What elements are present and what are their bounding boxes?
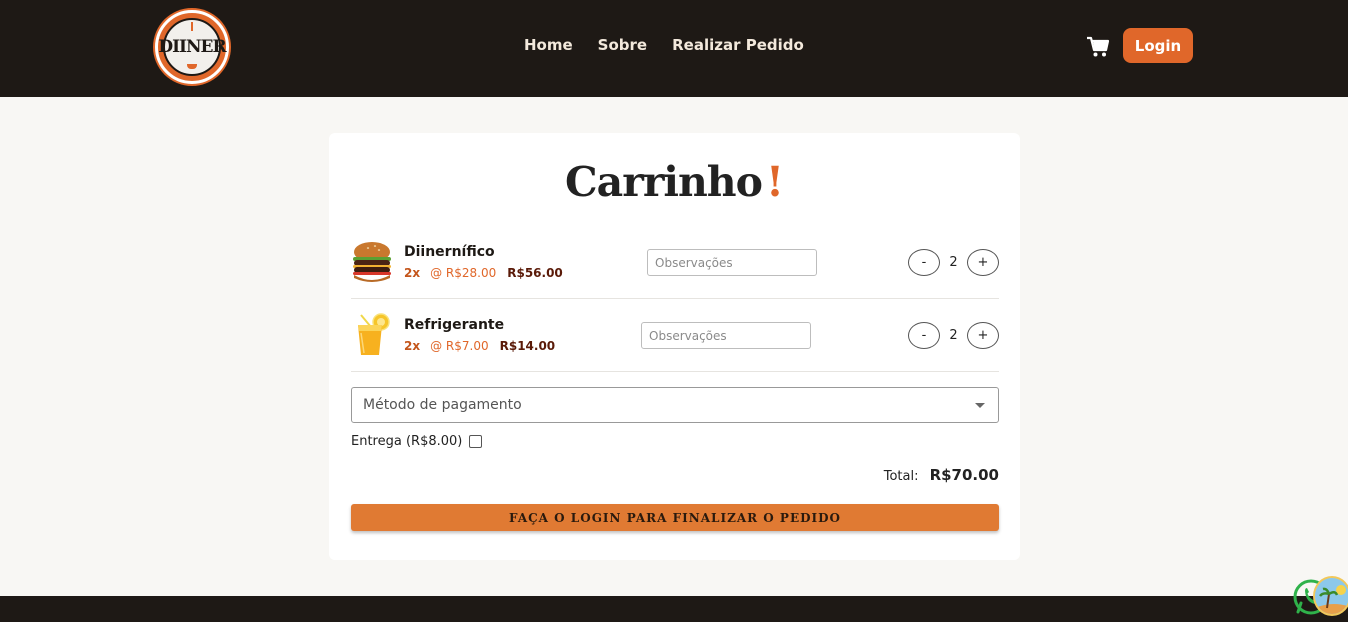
- login-button[interactable]: Login: [1123, 28, 1193, 63]
- nav-sobre[interactable]: Sobre: [598, 36, 647, 54]
- item-unit-price: @ R$28.00: [430, 266, 497, 280]
- page-title-text: Carrinho: [565, 158, 763, 206]
- cart-item: Refrigerante 2x @ R$7.00 R$14.00 - 2 +: [351, 310, 999, 372]
- main-nav: Home Sobre Realizar Pedido: [524, 36, 804, 54]
- logo-text: DIINER: [158, 37, 226, 57]
- cart-item: Diinernífico 2x @ R$28.00 R$56.00 - 2 +: [351, 237, 999, 299]
- payment-method-select[interactable]: Método de pagamento: [351, 387, 999, 423]
- decrement-button[interactable]: -: [908, 249, 940, 276]
- increment-button[interactable]: +: [967, 322, 999, 349]
- item-name: Refrigerante: [404, 317, 505, 333]
- burger-icon: [353, 242, 391, 282]
- quantity-value: 2: [949, 255, 958, 270]
- increment-button[interactable]: +: [967, 249, 999, 276]
- soda-icon: [358, 313, 390, 355]
- logo-badge: DIINER: [158, 18, 227, 76]
- item-name: Diinernífico: [404, 244, 495, 260]
- avatar-image: [1315, 578, 1348, 614]
- quantity-stepper: - 2 +: [908, 249, 999, 276]
- chevron-down-icon: [975, 402, 985, 408]
- page-title: Carrinho!: [0, 158, 1348, 206]
- nav-home[interactable]: Home: [524, 36, 573, 54]
- decrement-button[interactable]: -: [908, 322, 940, 349]
- shopping-cart-icon[interactable]: [1086, 36, 1110, 58]
- item-detail: 2x @ R$28.00 R$56.00: [404, 266, 563, 280]
- quantity-stepper: - 2 +: [908, 322, 999, 349]
- footer: [0, 596, 1348, 622]
- chat-avatar[interactable]: [1313, 576, 1348, 616]
- item-qty-label: 2x: [404, 339, 421, 353]
- item-unit-price: @ R$7.00: [430, 339, 489, 353]
- total-label: Total:: [883, 469, 919, 484]
- nav-realizar-pedido[interactable]: Realizar Pedido: [672, 36, 804, 54]
- total-value: R$70.00: [929, 466, 999, 484]
- delivery-checkbox[interactable]: [469, 435, 483, 448]
- observations-input[interactable]: [647, 249, 817, 276]
- navbar: DIINER Home Sobre Realizar Pedido Login: [0, 0, 1348, 97]
- cup-icon: [187, 64, 197, 69]
- brand-logo[interactable]: DIINER: [155, 10, 229, 84]
- item-subtotal: R$14.00: [499, 339, 556, 353]
- page-title-mark: !: [765, 158, 784, 206]
- delivery-label: Entrega (R$8.00): [351, 434, 463, 449]
- order-total: Total: R$70.00: [351, 465, 999, 484]
- payment-method-placeholder: Método de pagamento: [363, 397, 522, 413]
- item-qty-label: 2x: [404, 266, 421, 280]
- item-detail: 2x @ R$7.00 R$14.00: [404, 339, 555, 353]
- fork-icon: [191, 22, 193, 31]
- quantity-value: 2: [949, 328, 958, 343]
- observations-input[interactable]: [641, 322, 811, 349]
- checkout-button[interactable]: FAÇA O LOGIN PARA FINALIZAR O PEDIDO: [351, 504, 999, 531]
- item-subtotal: R$56.00: [507, 266, 563, 280]
- delivery-option: Entrega (R$8.00): [351, 434, 483, 449]
